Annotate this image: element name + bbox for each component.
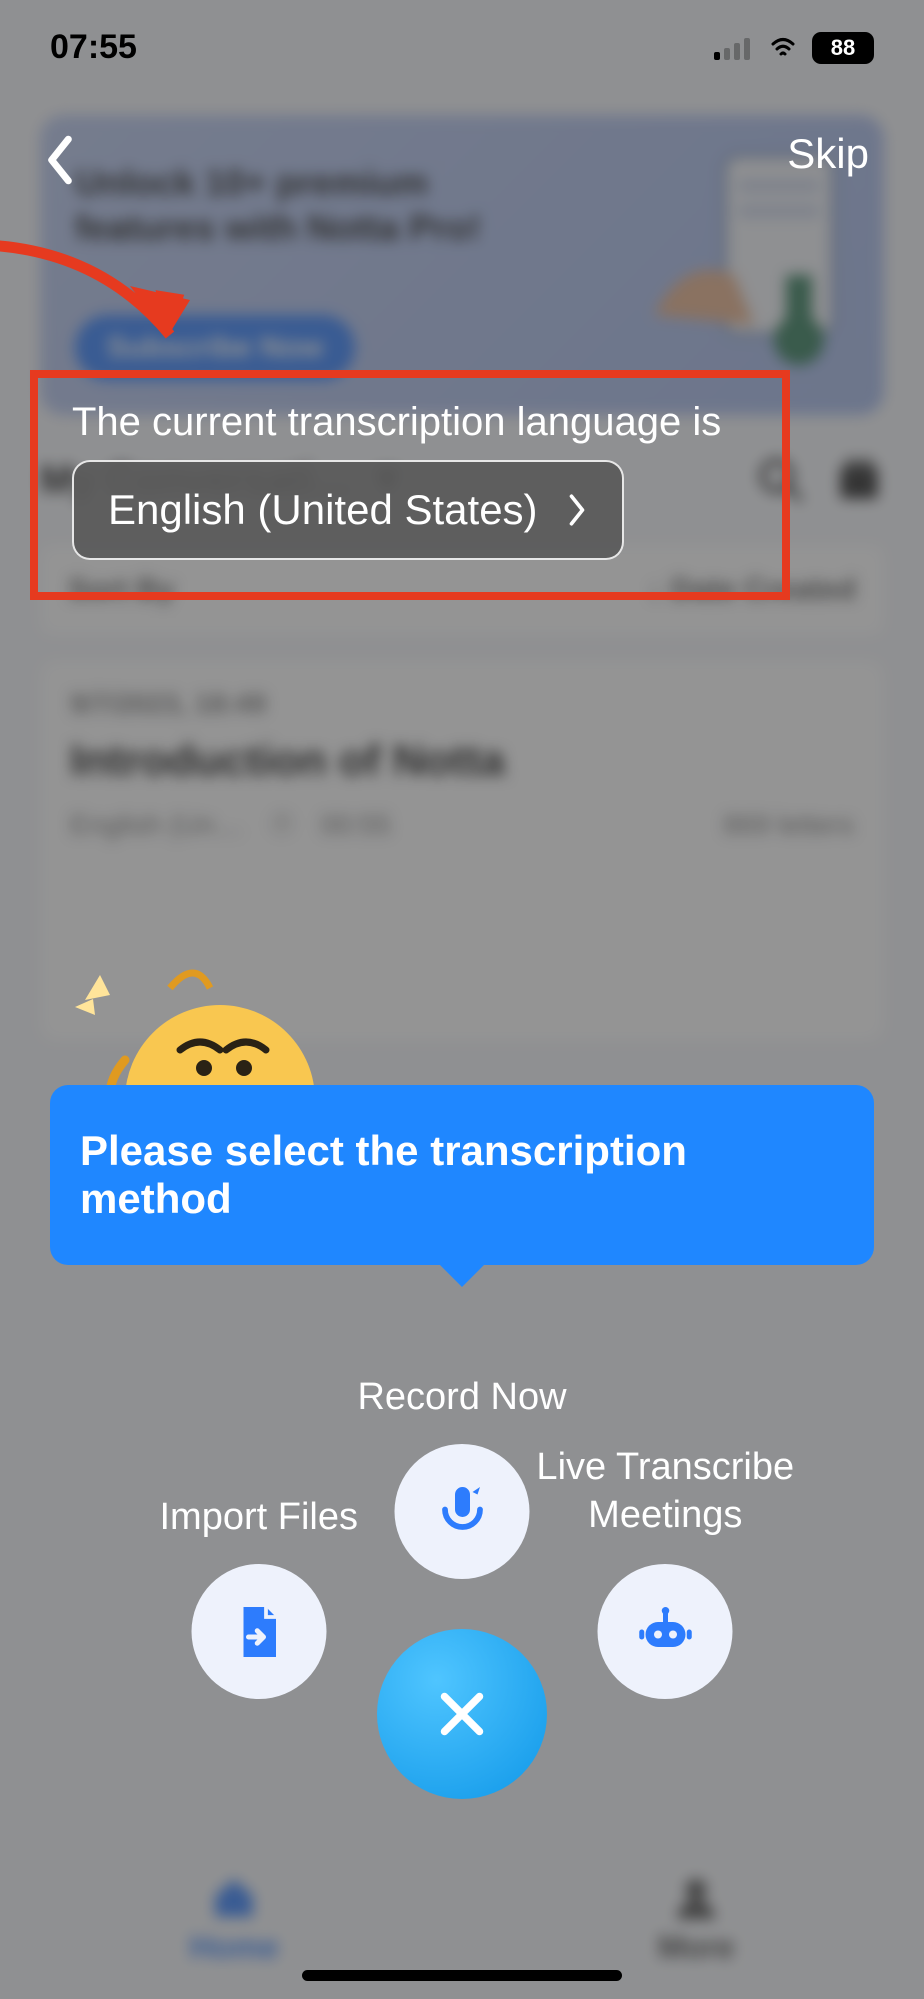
status-bar: 07:55 88 — [0, 0, 924, 95]
robot-icon — [635, 1602, 695, 1662]
import-files-button[interactable] — [191, 1564, 326, 1699]
radial-action-menu: Record Now Import Files Live Transcribe … — [0, 1199, 924, 1799]
live-transcribe-button[interactable] — [598, 1564, 733, 1699]
status-time: 07:55 — [50, 28, 137, 67]
home-indicator — [302, 1970, 622, 1981]
close-icon — [432, 1684, 492, 1744]
language-value: English (United States) — [108, 486, 538, 534]
microphone-icon — [432, 1482, 492, 1542]
chevron-left-icon — [43, 135, 77, 185]
close-radial-button[interactable] — [377, 1629, 547, 1799]
language-heading: The current transcription language is — [72, 400, 721, 445]
skip-button[interactable]: Skip — [787, 130, 869, 178]
cell-signal-icon — [714, 36, 754, 60]
chevron-right-icon — [566, 493, 588, 527]
live-transcribe-label-l2: Meetings — [588, 1494, 742, 1536]
record-now-button[interactable] — [395, 1444, 530, 1579]
record-now-label: Record Now — [357, 1376, 566, 1419]
live-transcribe-label: Live Transcribe Meetings — [536, 1444, 794, 1539]
file-import-icon — [229, 1602, 289, 1662]
live-transcribe-label-l1: Live Transcribe — [536, 1446, 794, 1488]
battery-badge: 88 — [812, 32, 874, 64]
back-button[interactable] — [30, 130, 90, 190]
wifi-icon — [766, 36, 800, 60]
import-files-label: Import Files — [159, 1496, 357, 1539]
language-selector[interactable]: English (United States) — [72, 460, 624, 560]
